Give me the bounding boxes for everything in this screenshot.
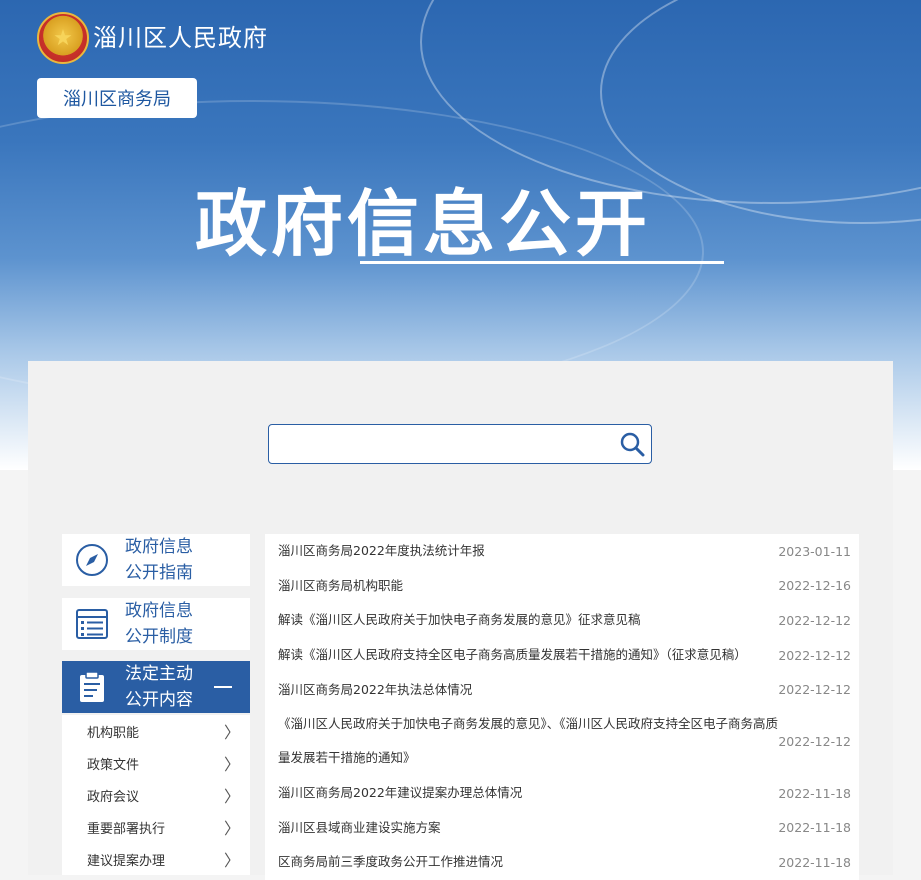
article-row[interactable]: 《淄川区人民政府关于加快电子商务发展的意见》、《淄川区人民政府支持全区电子商务高…: [265, 707, 859, 776]
article-row[interactable]: 解读《淄川区人民政府支持全区电子商务高质量发展若干措施的通知》（征求意见稿） 20…: [265, 638, 859, 673]
collapse-icon[interactable]: [214, 686, 232, 688]
article-list: 淄川区商务局2022年度执法统计年报 2023-01-11 淄川区商务局机构职能 2…: [265, 534, 859, 880]
article-row[interactable]: 淄川区县域商业建设实施方案 2022-11-18: [265, 811, 859, 846]
article-date: 2022-12-12: [778, 682, 851, 698]
article-title[interactable]: 淄川区县域商业建设实施方案: [278, 811, 441, 845]
sub-nav-label: 政策文件: [87, 757, 140, 773]
article-row[interactable]: 淄川区商务局2022年建议提案办理总体情况 2022-11-18: [265, 776, 859, 811]
article-title[interactable]: 淄川区商务局2022年度执法统计年报: [278, 534, 485, 568]
list-document-icon: [76, 609, 108, 639]
article-row[interactable]: 解读《淄川区人民政府关于加快电子商务发展的意见》征求意见稿 2022-12-12: [265, 603, 859, 638]
sub-nav-label: 机构职能: [87, 725, 140, 741]
chevron-right-icon: 〉: [223, 819, 240, 838]
chevron-right-icon: 〉: [223, 723, 240, 742]
site-title[interactable]: 淄川区人民政府: [93, 18, 268, 53]
article-row[interactable]: 淄川区商务局机构职能 2022-12-16: [265, 569, 859, 604]
title-underline: [360, 261, 724, 264]
chevron-right-icon: 〉: [223, 787, 240, 806]
sub-nav-item[interactable]: 机构职能 〉: [62, 715, 250, 747]
national-emblem-icon[interactable]: ★: [37, 12, 89, 64]
article-title[interactable]: 《淄川区人民政府关于加快电子商务发展的意见》、《淄川区人民政府支持全区电子商务高…: [278, 707, 778, 775]
article-date: 2022-12-12: [778, 647, 851, 663]
article-title[interactable]: 解读《淄川区人民政府支持全区电子商务高质量发展若干措施的通知》（征求意见稿）: [278, 638, 747, 672]
article-title[interactable]: 淄川区商务局2022年执法总体情况: [278, 673, 472, 707]
sub-nav-label: 重要部署执行: [87, 821, 166, 837]
article-title[interactable]: 淄川区商务局机构职能: [278, 569, 403, 603]
article-date: 2022-11-18: [778, 854, 851, 870]
search-box[interactable]: [268, 424, 652, 464]
sub-nav-item[interactable]: 重要部署执行 〉: [62, 811, 250, 843]
nav-guide[interactable]: 政府信息 公开指南: [62, 534, 250, 586]
article-title[interactable]: 区商务局前三季度政务公开工作推进情况: [278, 845, 503, 879]
nav-guide-label: 政府信息 公开指南: [125, 537, 193, 583]
article-date: 2023-01-11: [778, 543, 851, 559]
article-row[interactable]: 淄川区商务局2022年度执法统计年报 2023-01-11: [265, 534, 859, 569]
sub-nav-list: 机构职能〉 政策文件〉 政府会议〉 重要部署执行〉 建议提案办理〉: [62, 715, 250, 875]
page-title: 政府信息公开: [195, 182, 652, 266]
article-date: 2022-11-18: [778, 820, 851, 836]
sub-nav-label: 政府会议: [87, 789, 140, 805]
article-title[interactable]: 解读《淄川区人民政府关于加快电子商务发展的意见》征求意见稿: [278, 603, 641, 637]
search-input[interactable]: [277, 425, 611, 463]
department-badge[interactable]: 淄川区商务局: [37, 78, 197, 118]
compass-icon: [76, 544, 108, 576]
nav-system[interactable]: 政府信息 公开制度: [62, 598, 250, 650]
article-date: 2022-12-16: [778, 578, 851, 594]
article-row[interactable]: 淄川区商务局2022年执法总体情况 2022-12-12: [265, 672, 859, 707]
sub-nav-item[interactable]: 政府会议 〉: [62, 779, 250, 811]
search-icon[interactable]: [619, 431, 645, 457]
article-date: 2022-11-18: [778, 785, 851, 801]
sub-nav-label: 建议提案办理: [87, 853, 166, 869]
clipboard-icon: [80, 671, 104, 702]
chevron-right-icon: 〉: [223, 851, 240, 870]
nav-mandatory-disclosure[interactable]: 法定主动 公开内容: [62, 661, 250, 713]
chevron-right-icon: 〉: [223, 755, 240, 774]
nav-mandatory-label: 法定主动 公开内容: [125, 664, 193, 710]
article-date: 2022-12-12: [778, 733, 851, 749]
sub-nav-item[interactable]: 政策文件 〉: [62, 747, 250, 779]
nav-system-label: 政府信息 公开制度: [125, 601, 193, 647]
sub-nav-item[interactable]: 建议提案办理 〉: [62, 843, 250, 875]
article-date: 2022-12-12: [778, 612, 851, 628]
article-title[interactable]: 淄川区商务局2022年建议提案办理总体情况: [278, 776, 522, 810]
